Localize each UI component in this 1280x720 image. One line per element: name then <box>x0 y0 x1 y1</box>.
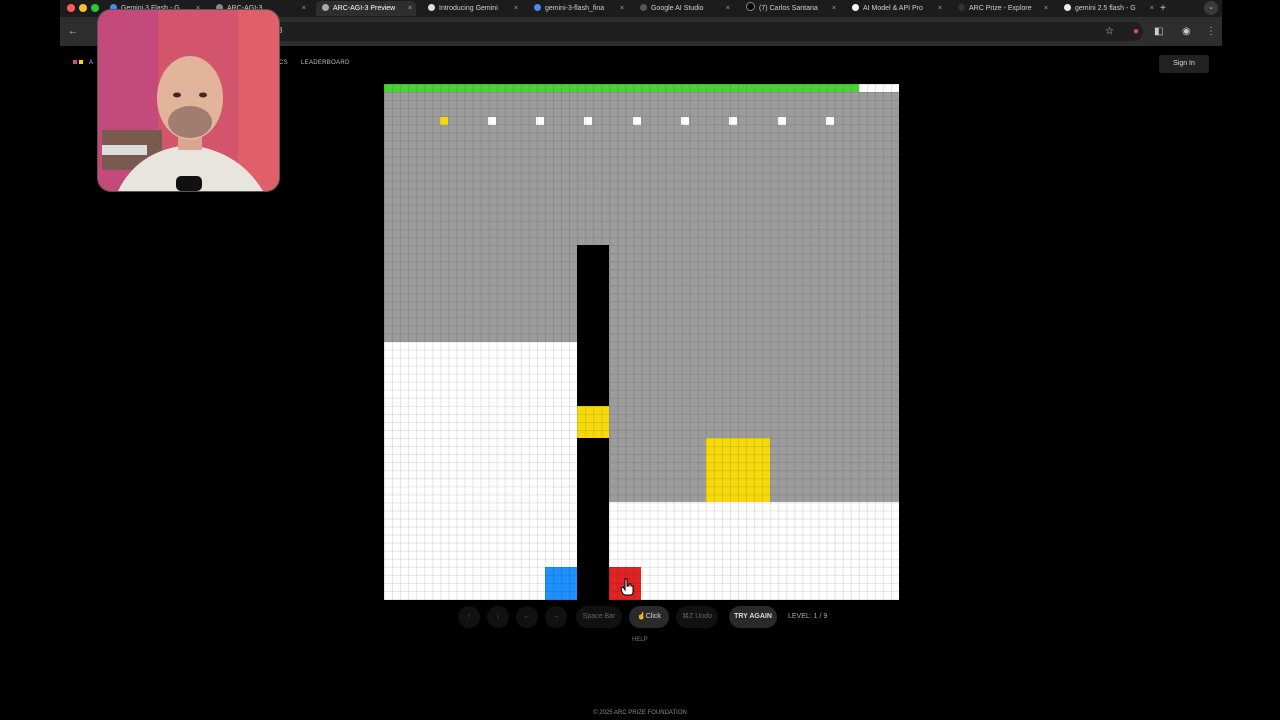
anthropic-favicon-icon <box>852 4 859 11</box>
level-indicator <box>536 117 544 125</box>
space-bar-button[interactable]: Space Bar <box>576 606 622 628</box>
click-button[interactable]: ☝Click <box>629 606 669 628</box>
tab-label: Google AI Studio <box>651 5 704 12</box>
close-tab-icon[interactable]: × <box>620 1 624 16</box>
up-button[interactable]: ↑ <box>458 606 480 628</box>
tab-label: ARC-AGI-3 Preview <box>333 5 396 12</box>
close-tab-icon[interactable]: × <box>514 1 518 16</box>
close-tab-icon[interactable]: × <box>832 1 836 16</box>
progress-bar-track <box>859 84 899 92</box>
progress-bar-fill <box>384 84 859 92</box>
footer-copyright: © 2025 ARC PRIZE FOUNDATION <box>593 710 687 716</box>
yellow-block-in-wall[interactable] <box>577 406 609 438</box>
back-arrow-icon[interactable]: ← <box>68 17 78 46</box>
profile-icon[interactable]: ◉ <box>1182 17 1191 46</box>
left-button[interactable]: ← <box>516 606 538 628</box>
tab-ai-model-api[interactable]: AI Model & API Pro × <box>846 1 946 16</box>
help-link[interactable]: HELP <box>632 637 648 643</box>
arc-favicon-icon <box>958 4 965 11</box>
level-indicator <box>488 117 496 125</box>
nav-link-leaderboard[interactable]: LEADERBOARD <box>301 60 350 66</box>
tab-search-icon[interactable]: ⌄ <box>1204 1 1218 15</box>
tab-label: (7) Carlos Santana <box>759 5 818 12</box>
browser-menu-icon[interactable]: ⋮ <box>1206 17 1216 46</box>
minimize-window-button[interactable] <box>79 4 87 12</box>
tab-gemini-3-flash-fina[interactable]: gemini-3-flash_fina × <box>528 1 628 16</box>
arc-favicon-icon <box>322 4 329 11</box>
undo-button[interactable]: ⌘Z Undo <box>676 606 718 628</box>
down-button[interactable]: ↓ <box>487 606 509 628</box>
extension-icon[interactable]: ● <box>1133 17 1139 46</box>
close-tab-icon[interactable]: × <box>302 1 306 16</box>
google-favicon-icon <box>534 4 541 11</box>
close-tab-icon[interactable]: × <box>408 1 412 16</box>
tab-arc-agi-3-preview[interactable]: ARC-AGI-3 Preview × <box>316 1 416 16</box>
bookmark-star-icon[interactable]: ☆ <box>1105 17 1114 46</box>
level-indicator <box>584 117 592 125</box>
level-indicator-current <box>440 117 448 125</box>
close-tab-icon[interactable]: × <box>1044 1 1048 16</box>
click-label: Click <box>645 613 661 620</box>
nav-link-home[interactable]: A <box>89 60 93 66</box>
blue-player-block[interactable] <box>545 567 577 600</box>
page-favicon-icon <box>428 4 435 11</box>
tab-gemini-2-5-flash[interactable]: gemini 2.5 flash - G × <box>1058 1 1158 16</box>
close-tab-icon[interactable]: × <box>938 1 942 16</box>
x-favicon-icon <box>746 2 755 11</box>
tab-label: ARC Prize - Explore <box>969 5 1032 12</box>
tab-label: gemini 2.5 flash - G <box>1075 5 1136 12</box>
game-controls: ↑ ↓ ← → Space Bar ☝Click ⌘Z Undo TRY AGA… <box>0 606 1280 628</box>
yellow-target-block[interactable] <box>706 438 770 502</box>
google-favicon-icon <box>1064 4 1071 11</box>
hand-pointer-icon: ☝ <box>637 613 646 620</box>
level-indicator <box>729 117 737 125</box>
white-floor-right <box>609 502 899 600</box>
presenter-video <box>98 10 279 191</box>
game-board[interactable] <box>384 84 899 600</box>
sign-in-button[interactable]: Sign In <box>1159 55 1209 73</box>
close-window-button[interactable] <box>67 4 75 12</box>
level-indicator <box>633 117 641 125</box>
webcam-overlay <box>97 9 280 192</box>
extensions-puzzle-icon[interactable]: ◧ <box>1154 17 1163 46</box>
level-indicator <box>826 117 834 125</box>
arc-logo-icon <box>79 60 83 64</box>
tab-x-carlos-santana[interactable]: (7) Carlos Santana × <box>740 1 840 16</box>
hand-cursor-icon <box>620 578 634 596</box>
tab-introducing-gemini[interactable]: Introducing Gemini × <box>422 1 522 16</box>
right-button[interactable]: → <box>545 606 567 628</box>
white-floor-left <box>384 342 577 600</box>
new-tab-button[interactable]: + <box>1160 1 1172 16</box>
arc-logo-icon <box>73 60 77 64</box>
tab-label: AI Model & API Pro <box>863 5 923 12</box>
close-tab-icon[interactable]: × <box>1150 1 1154 16</box>
ai-studio-favicon-icon <box>640 4 647 11</box>
close-tab-icon[interactable]: × <box>726 1 730 16</box>
tab-arc-prize-explore[interactable]: ARC Prize - Explore × <box>952 1 1052 16</box>
tab-label: Introducing Gemini <box>439 5 498 12</box>
zoom-window-button[interactable] <box>91 4 99 12</box>
try-again-button[interactable]: TRY AGAIN <box>729 606 777 628</box>
level-indicator <box>681 117 689 125</box>
level-indicator <box>778 117 786 125</box>
tab-label: gemini-3-flash_fina <box>545 5 605 12</box>
tab-google-ai-studio[interactable]: Google AI Studio × <box>634 1 734 16</box>
level-counter: LEVEL: 1 / 9 <box>788 613 828 620</box>
